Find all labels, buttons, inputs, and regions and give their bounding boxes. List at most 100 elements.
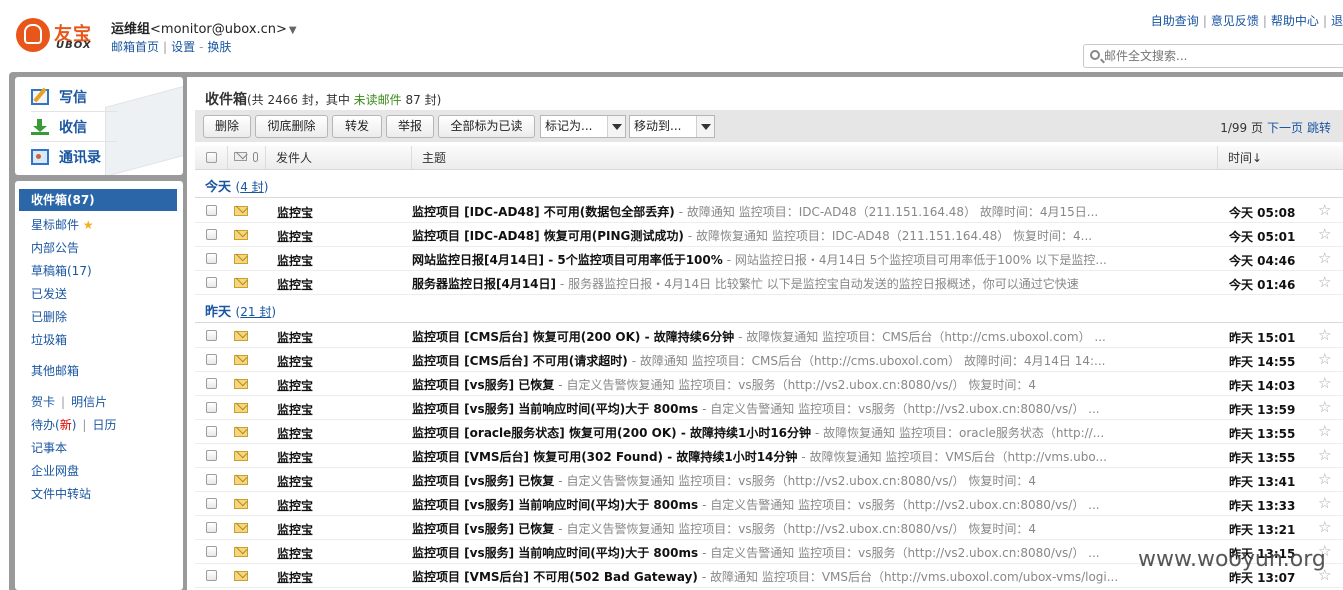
star-outline-icon[interactable]: ☆: [1318, 422, 1331, 440]
star-outline-icon[interactable]: ☆: [1318, 374, 1331, 392]
folder-spam[interactable]: 垃圾箱: [31, 331, 67, 348]
mail-subject[interactable]: 监控项目 [VMS后台] 恢复可用(302 Found) - 故障持续1小时14…: [412, 448, 1222, 465]
mail-subject[interactable]: 服务器监控日报[4月14日] - 服务器监控日报・4月14日 比较繁忙 以下是监控…: [412, 275, 1222, 292]
forward-button[interactable]: 转发: [332, 115, 382, 138]
next-page-link[interactable]: 下一页: [1267, 121, 1303, 135]
mail-checkbox[interactable]: [206, 330, 217, 341]
link-todo[interactable]: 待办(新): [31, 418, 76, 432]
link-settings[interactable]: 设置: [171, 40, 195, 54]
mail-subject[interactable]: 网站监控日报[4月14日] - 5个监控项目可用率低于100% - 网站监控日报・…: [412, 251, 1222, 268]
mail-checkbox[interactable]: [206, 450, 217, 461]
star-outline-icon[interactable]: ☆: [1318, 249, 1331, 267]
jump-link[interactable]: 跳转: [1307, 121, 1331, 135]
group-count[interactable]: (21 封): [236, 305, 276, 319]
link-notes[interactable]: 记事本: [31, 439, 67, 456]
mail-row[interactable]: 监控宝 网站监控日报[4月14日] - 5个监控项目可用率低于100% - 网站监…: [195, 247, 1343, 271]
address-book-button[interactable]: 通讯录: [31, 146, 101, 168]
star-outline-icon[interactable]: ☆: [1318, 201, 1331, 219]
link-file-transfer[interactable]: 文件中转站: [31, 485, 91, 502]
mail-subject[interactable]: 监控项目 [CMS后台] 恢复可用(200 OK) - 故障持续6分钟 - 故障恢…: [412, 328, 1222, 345]
link-logout[interactable]: 退: [1331, 14, 1343, 28]
mail-checkbox[interactable]: [206, 474, 217, 485]
column-subject[interactable]: 主题: [411, 146, 1217, 170]
star-outline-icon[interactable]: ☆: [1318, 350, 1331, 368]
mail-row[interactable]: 监控宝 监控项目 [vs服务] 当前响应时间(平均)大于 800ms - 自定义告…: [195, 492, 1343, 516]
mark-as-select[interactable]: 标记为...: [540, 115, 626, 138]
mail-checkbox[interactable]: [206, 253, 217, 264]
mail-subject[interactable]: 监控项目 [IDC-AD48] 不可用(数据包全部丢弃) - 故障通知 监控项目：…: [412, 203, 1222, 220]
mail-row[interactable]: 监控宝 监控项目 [CMS后台] 不可用(请求超时) - 故障通知 监控项目：CM…: [195, 348, 1343, 372]
ubox-logo[interactable]: 友宝 UBOX: [16, 18, 98, 54]
mail-subject[interactable]: 监控项目 [vs服务] 当前响应时间(平均)大于 800ms - 自定义告警通知 …: [412, 400, 1222, 417]
folder-drafts[interactable]: 草稿箱(17): [31, 262, 92, 279]
report-button[interactable]: 举报: [386, 115, 434, 138]
mail-checkbox[interactable]: [206, 426, 217, 437]
mail-subject[interactable]: 监控项目 [vs服务] 已恢复 - 自定义告警恢复通知 监控项目：vs服务（htt…: [412, 520, 1222, 537]
folder-other-mailbox[interactable]: 其他邮箱: [31, 362, 79, 379]
mark-all-read-button[interactable]: 全部标为已读: [438, 115, 535, 138]
caret-down-icon[interactable]: ▼: [289, 25, 297, 36]
folder-announcements[interactable]: 内部公告: [31, 239, 79, 256]
mail-subject[interactable]: 监控项目 [vs服务] 已恢复 - 自定义告警恢复通知 监控项目：vs服务（htt…: [412, 472, 1222, 489]
select-all-checkbox[interactable]: [206, 152, 217, 163]
star-outline-icon[interactable]: ☆: [1318, 446, 1331, 464]
star-outline-icon[interactable]: ☆: [1318, 225, 1331, 243]
link-self-query[interactable]: 自助查询: [1151, 14, 1199, 28]
mail-row[interactable]: 监控宝 监控项目 [vs服务] 已恢复 - 自定义告警恢复通知 监控项目：vs服务…: [195, 372, 1343, 396]
mail-checkbox[interactable]: [206, 402, 217, 413]
column-time-sort[interactable]: 时间↓: [1217, 146, 1343, 170]
column-sender[interactable]: 发件人: [265, 146, 411, 170]
link-feedback[interactable]: 意见反馈: [1211, 14, 1259, 28]
mail-subject[interactable]: 监控项目 [vs服务] 当前响应时间(平均)大于 800ms - 自定义告警通知 …: [412, 544, 1222, 561]
search-icon[interactable]: [1090, 50, 1100, 60]
compose-button[interactable]: 写信: [31, 86, 87, 108]
mail-row[interactable]: 监控宝 监控项目 [vs服务] 当前响应时间(平均)大于 800ms - 自定义告…: [195, 396, 1343, 420]
folder-deleted[interactable]: 已删除: [31, 308, 67, 325]
mail-checkbox[interactable]: [206, 277, 217, 288]
mail-row[interactable]: 监控宝 监控项目 [vs服务] 已恢复 - 自定义告警恢复通知 监控项目：vs服务…: [195, 468, 1343, 492]
link-netdisk[interactable]: 企业网盘: [31, 462, 79, 479]
folder-sent[interactable]: 已发送: [31, 285, 67, 302]
link-calendar[interactable]: 日历: [92, 418, 116, 432]
mail-row[interactable]: 监控宝 监控项目 [oracle服务状态] 恢复可用(200 OK) - 故障持…: [195, 420, 1343, 444]
mail-row[interactable]: 监控宝 监控项目 [IDC-AD48] 恢复可用(PING测试成功) - 故障恢复…: [195, 223, 1343, 247]
folder-inbox[interactable]: 收件箱(87): [19, 189, 177, 211]
star-outline-icon[interactable]: ☆: [1318, 398, 1331, 416]
mail-checkbox[interactable]: [206, 378, 217, 389]
mail-subject[interactable]: 监控项目 [vs服务] 当前响应时间(平均)大于 800ms - 自定义告警通知 …: [412, 496, 1222, 513]
mail-row[interactable]: 监控宝 监控项目 [CMS后台] 恢复可用(200 OK) - 故障持续6分钟 -…: [195, 324, 1343, 348]
mail-row[interactable]: 监控宝 服务器监控日报[4月14日] - 服务器监控日报・4月14日 比较繁忙 以…: [195, 271, 1343, 295]
mail-checkbox[interactable]: [206, 570, 217, 581]
link-postcard[interactable]: 明信片: [71, 395, 107, 409]
group-count[interactable]: (4 封): [236, 180, 269, 194]
star-outline-icon[interactable]: ☆: [1318, 326, 1331, 344]
mail-subject[interactable]: 监控项目 [VMS后台] 不可用(502 Bad Gateway) - 故障通知 …: [412, 568, 1222, 585]
mail-checkbox[interactable]: [206, 205, 217, 216]
search-input[interactable]: [1104, 47, 1343, 65]
link-greeting-card[interactable]: 贺卡: [31, 395, 55, 409]
account-switcher[interactable]: 运维组<monitor@ubox.cn> ▼: [111, 18, 297, 37]
link-mail-home[interactable]: 邮箱首页: [111, 40, 159, 54]
star-outline-icon[interactable]: ☆: [1318, 273, 1331, 291]
purge-button[interactable]: 彻底删除: [255, 115, 328, 138]
star-outline-icon[interactable]: ☆: [1318, 518, 1331, 536]
mail-row[interactable]: 监控宝 监控项目 [vs服务] 已恢复 - 自定义告警恢复通知 监控项目：vs服务…: [195, 516, 1343, 540]
mail-subject[interactable]: 监控项目 [vs服务] 已恢复 - 自定义告警恢复通知 监控项目：vs服务（htt…: [412, 376, 1222, 393]
folder-starred[interactable]: 星标邮件 ★: [31, 216, 94, 233]
delete-button[interactable]: 删除: [203, 115, 251, 138]
mail-checkbox[interactable]: [206, 522, 217, 533]
move-to-select[interactable]: 移动到...: [629, 115, 715, 138]
mail-checkbox[interactable]: [206, 498, 217, 509]
mail-checkbox[interactable]: [206, 229, 217, 240]
mail-checkbox[interactable]: [206, 546, 217, 557]
mail-subject[interactable]: 监控项目 [CMS后台] 不可用(请求超时) - 故障通知 监控项目：CMS后台（…: [412, 352, 1222, 369]
link-help[interactable]: 帮助中心: [1271, 14, 1319, 28]
receive-button[interactable]: 收信: [31, 116, 87, 138]
mail-subject[interactable]: 监控项目 [oracle服务状态] 恢复可用(200 OK) - 故障持续1小时…: [412, 424, 1222, 441]
link-change-skin[interactable]: 换肤: [207, 40, 231, 54]
mail-subject[interactable]: 监控项目 [IDC-AD48] 恢复可用(PING测试成功) - 故障恢复通知 监…: [412, 227, 1222, 244]
star-outline-icon[interactable]: ☆: [1318, 470, 1331, 488]
star-outline-icon[interactable]: ☆: [1318, 494, 1331, 512]
mail-checkbox[interactable]: [206, 354, 217, 365]
mail-row[interactable]: 监控宝 监控项目 [IDC-AD48] 不可用(数据包全部丢弃) - 故障通知 监…: [195, 199, 1343, 223]
